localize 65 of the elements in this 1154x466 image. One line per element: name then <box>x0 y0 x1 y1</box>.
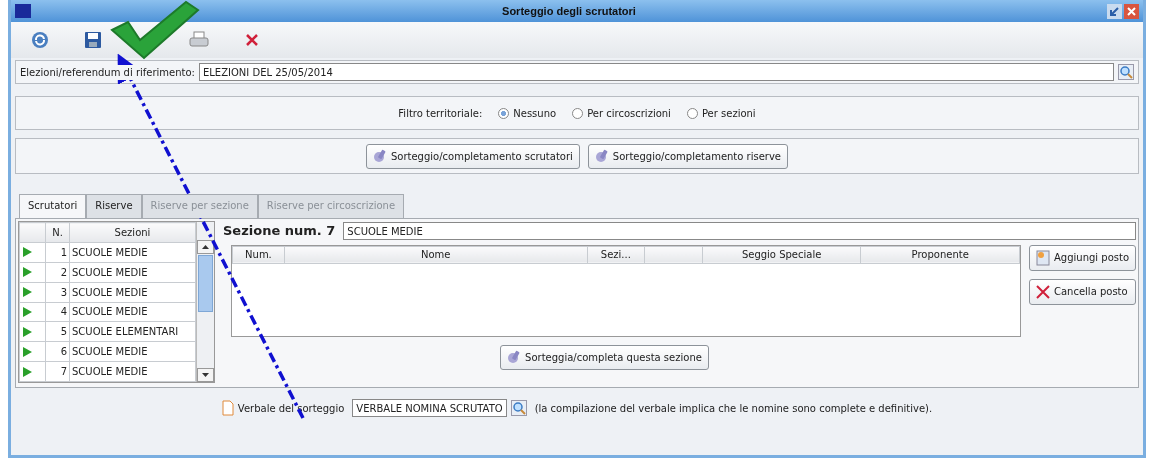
section-heading: Sezione num. 7 <box>223 222 336 240</box>
table-cell: SCUOLE MEDIE <box>69 282 196 302</box>
tab[interactable]: Riserve <box>86 194 142 218</box>
note-text: (la compilazione del verbale implica che le nomine sono complete e definitive). <box>534 401 933 416</box>
table-cell: SCUOLE MEDIE <box>69 361 196 382</box>
radio-option[interactable]: Per circoscrizioni <box>572 105 671 121</box>
column-header: Sezi... <box>587 246 645 263</box>
column-header: Num. <box>232 246 285 263</box>
draw-button[interactable]: Sorteggio/completamento riserve <box>587 143 789 169</box>
field-label: Elezioni/referendum di riferimento: <box>20 64 195 80</box>
table-cell: SCUOLE MEDIE <box>69 242 196 263</box>
scroll-up-icon[interactable] <box>197 240 214 254</box>
table-cell: SCUOLE MEDIE <box>69 341 196 362</box>
play-icon[interactable] <box>22 326 32 337</box>
app-icon <box>15 4 31 18</box>
add-button[interactable]: Aggiungi posto <box>1029 244 1136 271</box>
scrollbar-thumb[interactable] <box>198 255 213 312</box>
play-icon[interactable] <box>22 366 32 377</box>
election-field[interactable]: ELEZIONI DEL 25/05/2014 <box>199 63 1114 81</box>
table-cell: 5 <box>45 321 70 342</box>
document-icon <box>221 400 234 416</box>
pin-icon <box>594 149 609 163</box>
column-header: Proponente <box>860 246 1020 263</box>
filter-label: Filtro territoriale: <box>398 106 483 121</box>
table-cell: 1 <box>45 242 70 263</box>
window-title: Sorteggio degli scrutatori <box>501 3 637 19</box>
table-cell: SCUOLE MEDIE <box>69 302 196 322</box>
column-header: Nome <box>284 246 588 263</box>
draw-button[interactable]: Sorteggio/completamento scrutatori <box>365 143 580 169</box>
column-header: Seggio Speciale <box>702 246 861 263</box>
table-cell: 2 <box>45 262 70 283</box>
search-icon[interactable] <box>1118 64 1134 80</box>
delete-icon[interactable] <box>245 33 259 47</box>
play-icon[interactable] <box>22 346 32 357</box>
scroll-down-icon[interactable] <box>197 368 214 382</box>
refresh-icon[interactable] <box>31 31 49 49</box>
delete-button[interactable]: Cancella posto <box>1029 278 1136 305</box>
radio-option[interactable]: Per sezioni <box>686 105 756 121</box>
table-cell: 7 <box>45 361 70 382</box>
tab[interactable]: Scrutatori <box>19 194 87 218</box>
pin-icon <box>507 350 522 364</box>
table-cell: 6 <box>45 341 70 362</box>
play-icon[interactable] <box>22 287 32 298</box>
section-field[interactable]: SCUOLE MEDIE <box>343 221 1136 240</box>
search-icon[interactable] <box>510 400 527 416</box>
close-icon[interactable] <box>1124 3 1139 19</box>
restore-icon[interactable] <box>1107 3 1122 19</box>
radio-option[interactable]: Nessuno <box>498 105 557 121</box>
column-header: Sezioni <box>69 222 196 243</box>
document-icon <box>1036 249 1050 266</box>
verbale-field[interactable]: VERBALE NOMINA SCRUTATO <box>352 399 507 417</box>
save-icon[interactable] <box>85 32 101 48</box>
field-label: Verbale del sorteggio <box>237 401 345 416</box>
table-cell: 4 <box>45 302 70 322</box>
table-cell: SCUOLE MEDIE <box>69 262 196 283</box>
play-icon[interactable] <box>22 306 32 317</box>
delete-icon <box>1036 284 1050 299</box>
draw-button[interactable]: Sorteggia/completa questa sezione <box>500 344 709 370</box>
pin-icon <box>372 149 387 163</box>
table-cell: SCUOLE ELEMENTARI <box>69 321 196 342</box>
play-icon[interactable] <box>22 247 32 258</box>
column-header: N. <box>45 222 70 243</box>
table-cell: 3 <box>45 282 70 302</box>
play-icon[interactable] <box>22 267 32 278</box>
printer-icon[interactable] <box>189 31 209 49</box>
